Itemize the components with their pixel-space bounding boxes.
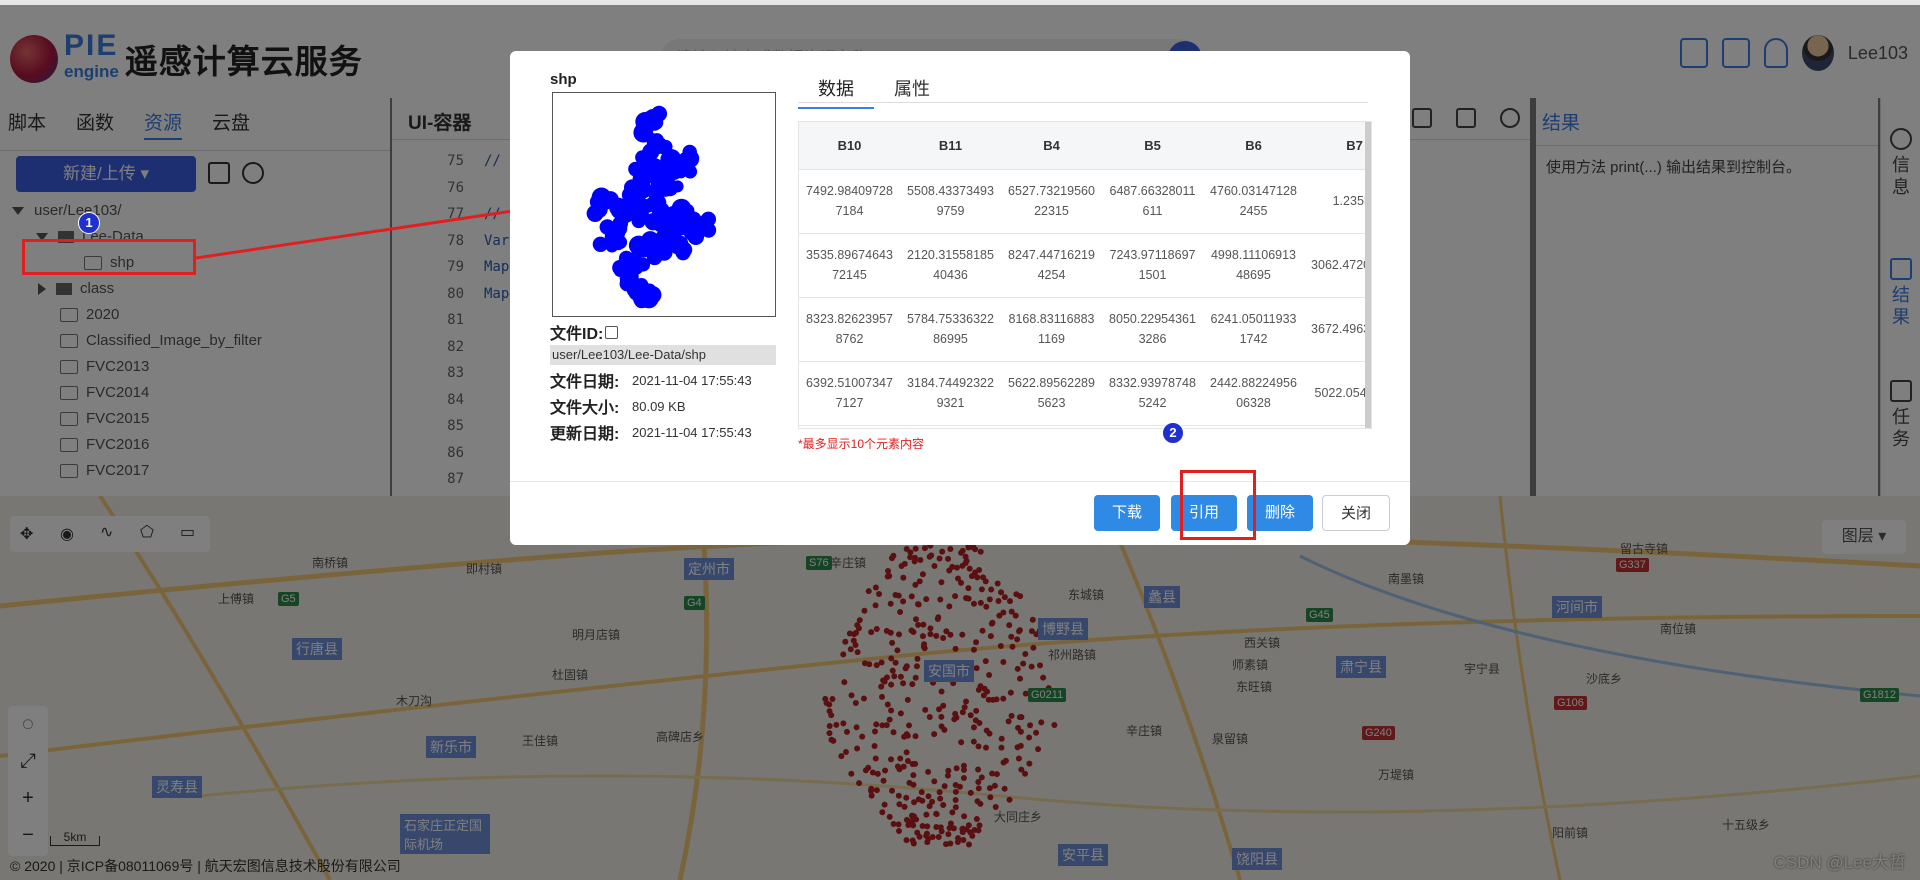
file-id-label: 文件ID: — [550, 326, 604, 343]
file-date-value: 2021-11-04 17:55:43 — [632, 372, 752, 388]
table-cell: 3672.49637201 — [1304, 297, 1371, 362]
shape-point — [638, 113, 656, 130]
update-date-value: 2021-11-04 17:55:43 — [632, 424, 752, 440]
table-row: 3535.8967464372145 2120.3155818540436 82… — [799, 233, 1371, 298]
copy-id-checkbox[interactable] — [605, 325, 619, 339]
shape-point — [591, 187, 612, 208]
file-path: user/Lee103/Lee-Data/shp — [550, 345, 776, 365]
table-cell: 5508.433734939759 — [900, 169, 1001, 234]
column-header: B5 — [1102, 122, 1203, 170]
table-cell: 3535.8967464372145 — [799, 233, 900, 298]
file-detail-dialog: shp 文件ID: user/Lee103/Lee-Data/shp 文件日期:… — [510, 51, 1410, 545]
shape-point — [586, 205, 604, 223]
file-date-label: 文件日期: — [550, 374, 620, 391]
table-cell: 8050.229543613286 — [1102, 297, 1203, 362]
table-row: 8323.826239578762 5784.7533632286995 816… — [799, 297, 1371, 362]
table-cell: 8168.831168831169 — [1001, 297, 1102, 362]
table-header-row: B10 B11 B4 B5 B6 B7 — [799, 122, 1371, 170]
shape-point — [660, 178, 679, 197]
close-button[interactable]: 关闭 — [1322, 495, 1390, 531]
table-scrollbar[interactable] — [1365, 122, 1371, 428]
column-header: B4 — [1001, 122, 1102, 170]
shape-preview-drawing — [586, 105, 717, 309]
column-header: B11 — [900, 122, 1001, 170]
table-cell: 2442.8822495606328 — [1203, 361, 1304, 426]
annotation-badge-2: 2 — [1162, 422, 1184, 444]
max-elements-note: *最多显示10个元素内容 — [798, 437, 925, 451]
table-cell: 3184.744923229321 — [900, 361, 1001, 426]
table-cell: 1.235E- — [1304, 169, 1371, 234]
shape-point — [663, 160, 684, 181]
tab-divider — [798, 102, 1368, 103]
table-cell: 7492.984097287184 — [799, 169, 900, 234]
table-cell: 5622.895622895623 — [1001, 361, 1102, 426]
table-cell: 8323.826239578762 — [799, 297, 900, 362]
table-cell: 7243.971186971501 — [1102, 233, 1203, 298]
table-row: 7492.984097287184 5508.433734939759 6527… — [799, 169, 1371, 234]
file-size-label: 文件大小: — [550, 400, 620, 417]
delete-button[interactable]: 删除 — [1247, 495, 1313, 531]
shape-point — [633, 292, 650, 309]
table-cell: 5784.7533632286995 — [900, 297, 1001, 362]
table-cell: 4760.031471282455 — [1203, 169, 1304, 234]
table-row: 6392.510073477127 3184.744923229321 5622… — [799, 361, 1371, 426]
download-button[interactable]: 下载 — [1094, 495, 1160, 531]
table-cell: 6241.050119331742 — [1203, 297, 1304, 362]
table-cell: 5022.0549615 — [1304, 361, 1371, 426]
tab-attributes[interactable]: 属性 — [874, 71, 950, 109]
tab-data[interactable]: 数据 — [798, 71, 874, 109]
shape-point — [645, 132, 658, 146]
shape-preview — [552, 92, 776, 317]
footer-divider — [510, 481, 1410, 482]
shape-point — [651, 240, 664, 254]
annotation-box-reference — [1180, 470, 1256, 540]
table-cell: 2120.3155818540436 — [900, 233, 1001, 298]
file-name: shp — [550, 71, 577, 88]
table-cell: 6487.66328011611 — [1102, 169, 1203, 234]
table-cell: 6392.510073477127 — [799, 361, 900, 426]
table-cell: 8332.939787485242 — [1102, 361, 1203, 426]
column-header: B6 — [1203, 122, 1304, 170]
table-cell: 3062.47200218 — [1304, 233, 1371, 298]
shape-point — [684, 219, 697, 232]
column-header: B10 — [799, 122, 900, 170]
update-date-label: 更新日期: — [550, 426, 620, 443]
shape-point — [623, 179, 641, 196]
shape-point — [642, 143, 660, 161]
data-table[interactable]: B10 B11 B4 B5 B6 B7 7492.984097287184 55… — [798, 121, 1372, 429]
file-meta: 文件ID: user/Lee103/Lee-Data/shp 文件日期: 2021… — [550, 319, 776, 445]
table-cell: 8247.447162194254 — [1001, 233, 1102, 298]
shape-point — [700, 211, 717, 227]
shape-point — [592, 236, 609, 253]
shape-point — [628, 235, 649, 256]
shape-point — [611, 237, 625, 251]
shape-point — [682, 144, 697, 160]
column-header: B7 — [1304, 122, 1371, 170]
table-cell: 4998.1110691348695 — [1203, 233, 1304, 298]
file-size-value: 80.09 KB — [632, 398, 686, 414]
table-cell: 6527.7321956022315 — [1001, 169, 1102, 234]
